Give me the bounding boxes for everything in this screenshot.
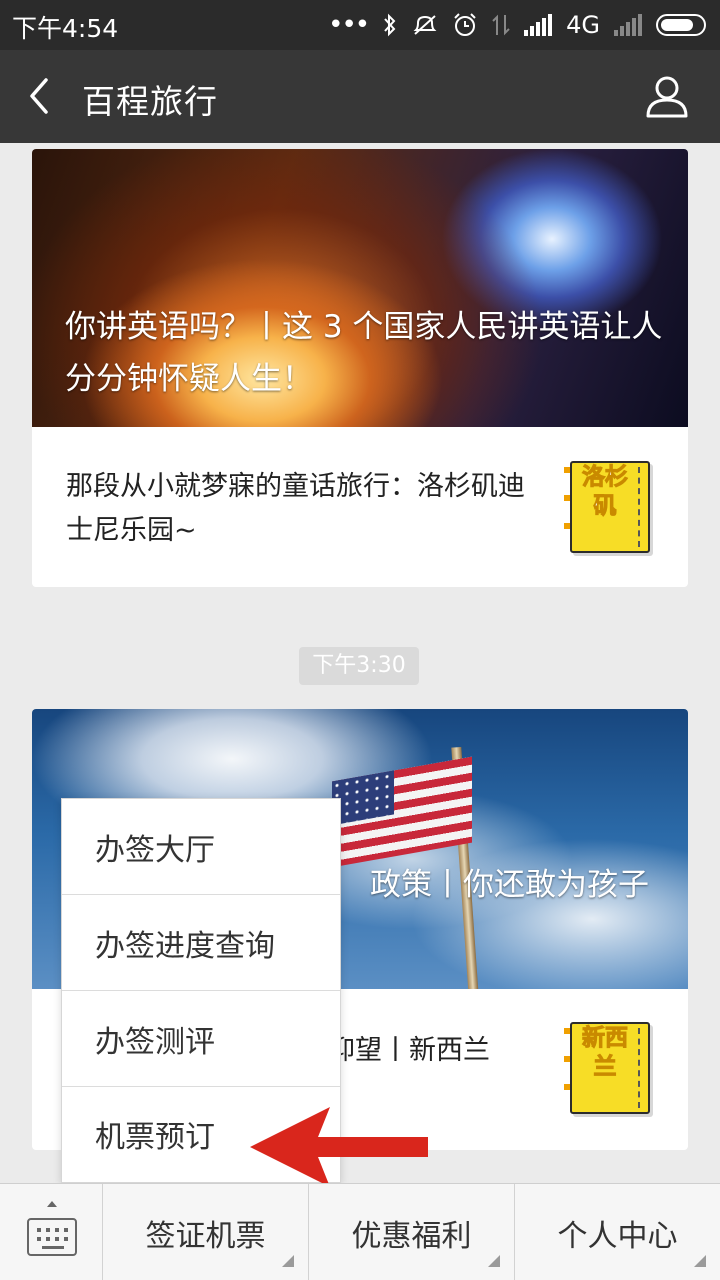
- menu-tab-visa-flights[interactable]: 签证机票: [103, 1184, 309, 1280]
- submenu-indicator-icon: [282, 1255, 294, 1267]
- caret-up-icon: [47, 1201, 57, 1207]
- red-arrow-annotation: [250, 1107, 428, 1187]
- signal-2-icon: [614, 14, 642, 36]
- network-type: 4G: [566, 11, 600, 39]
- bottom-menu-bar: 签证机票 优惠福利 个人中心: [0, 1183, 720, 1280]
- menu-tab-label: 签证机票: [145, 1218, 266, 1254]
- alarm-icon: [454, 13, 476, 36]
- signal-icon: [524, 14, 553, 36]
- status-time: 下午4:54: [12, 14, 119, 43]
- article-card[interactable]: 你讲英语吗？丨这 3 个国家人民讲英语让人分分钟怀疑人生！ 那段从小就梦寐的童话…: [32, 149, 688, 587]
- menu-item-visa-hall[interactable]: 办签大厅: [62, 799, 340, 895]
- article-summary[interactable]: 那段从小就梦寐的童话旅行：洛杉矶迪士尼乐园~: [66, 465, 536, 553]
- menu-tab-benefits[interactable]: 优惠福利: [309, 1184, 515, 1280]
- article-thumbnail[interactable]: 新西兰: [564, 1022, 654, 1114]
- menu-tab-personal-center[interactable]: 个人中心: [515, 1184, 720, 1280]
- more-dots-icon: •••: [328, 10, 370, 40]
- back-chevron-icon[interactable]: [20, 74, 60, 118]
- thumbnail-caption: 新西兰: [582, 1025, 629, 1081]
- status-icons: ••• 4G: [328, 8, 706, 42]
- menu-tab-label: 优惠福利: [351, 1218, 472, 1254]
- status-bar: 下午4:54 ••• 4G: [0, 0, 720, 50]
- bluetooth-icon: [384, 13, 396, 37]
- menu-item-visa-progress[interactable]: 办签进度查询: [62, 895, 340, 991]
- article-thumbnail[interactable]: 洛杉矶: [564, 461, 654, 553]
- mute-icon: [413, 15, 437, 35]
- page-title: 百程旅行: [82, 82, 218, 121]
- menu-tab-label: 个人中心: [557, 1218, 678, 1254]
- battery-icon: [656, 14, 706, 36]
- data-transfer-icon: [492, 14, 510, 36]
- user-icon[interactable]: [644, 72, 690, 120]
- title-bar: 百程旅行: [0, 50, 720, 143]
- article-cover-image[interactable]: 你讲英语吗？丨这 3 个国家人民讲英语让人分分钟怀疑人生！: [32, 149, 688, 427]
- keyboard-toggle-button[interactable]: [0, 1184, 103, 1280]
- submenu-indicator-icon: [694, 1255, 706, 1267]
- message-timestamp: 下午3:30: [299, 647, 419, 685]
- submenu-indicator-icon: [488, 1255, 500, 1267]
- keyboard-icon: [27, 1218, 77, 1256]
- article-headline[interactable]: 你讲英语吗？丨这 3 个国家人民讲英语让人分分钟怀疑人生！: [65, 301, 665, 405]
- menu-item-visa-assessment[interactable]: 办签测评: [62, 991, 340, 1087]
- thumbnail-caption: 洛杉矶: [582, 464, 629, 520]
- us-flag: [332, 756, 472, 868]
